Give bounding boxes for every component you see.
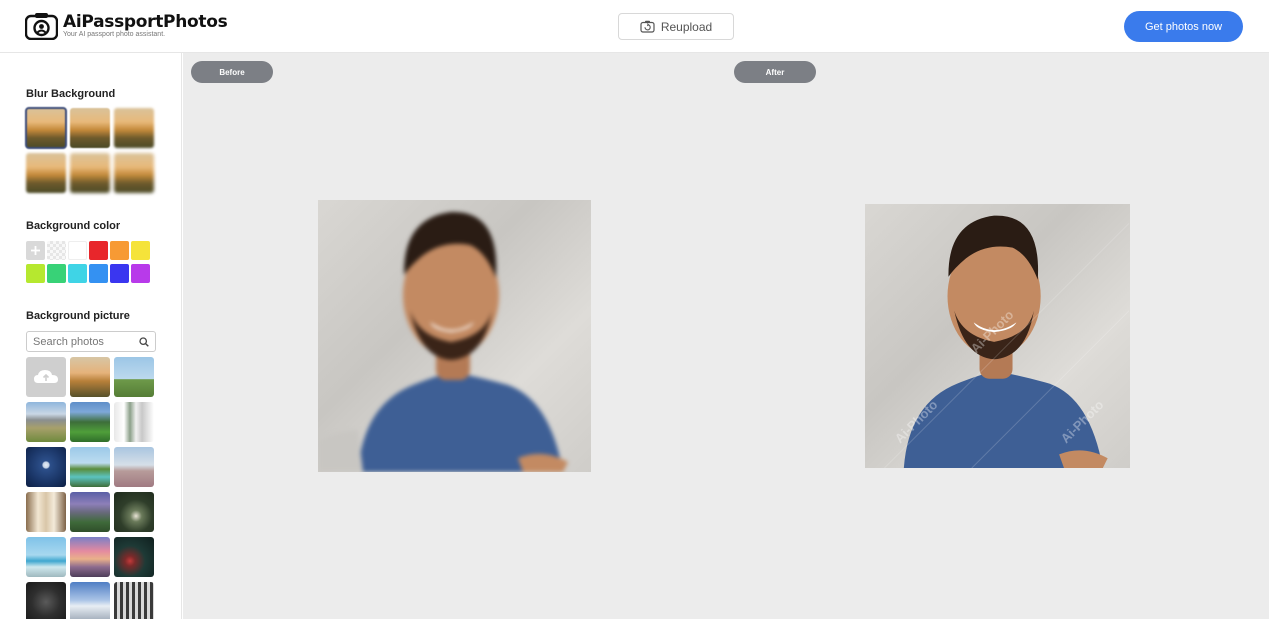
blur-option-3[interactable] bbox=[114, 108, 154, 148]
background-color-title: Background color bbox=[26, 220, 121, 232]
color-swatch[interactable] bbox=[110, 241, 129, 260]
blur-option-1[interactable] bbox=[25, 107, 67, 149]
picture-pastel-field[interactable] bbox=[114, 447, 154, 487]
color-swatch[interactable] bbox=[68, 264, 87, 283]
picture-dark-texture[interactable] bbox=[26, 582, 66, 619]
plus-icon bbox=[31, 246, 40, 255]
left-sidebar: Blur Background Background color Backgro… bbox=[0, 53, 182, 619]
color-swatch[interactable] bbox=[89, 264, 108, 283]
blur-option-2[interactable] bbox=[70, 108, 110, 148]
portrait-illustration bbox=[318, 211, 568, 472]
brand-tagline: Your AI passport photo assistant. bbox=[63, 31, 166, 38]
picture-birch-trees[interactable] bbox=[114, 582, 154, 619]
reupload-label: Reupload bbox=[660, 19, 713, 34]
after-photo: Ai-Photo Ai-Photo Ai-Photo bbox=[865, 204, 1130, 468]
picture-tree-car[interactable] bbox=[70, 447, 110, 487]
brand-logo[interactable]: AiPassportPhotos Your AI passport photo … bbox=[25, 12, 228, 40]
reupload-button[interactable]: Reupload bbox=[618, 13, 734, 40]
search-icon bbox=[139, 336, 149, 347]
top-header: AiPassportPhotos Your AI passport photo … bbox=[0, 0, 1269, 53]
picture-window-curtain[interactable] bbox=[26, 492, 66, 532]
color-swatch[interactable] bbox=[131, 264, 150, 283]
background-picture-title: Background picture bbox=[26, 310, 130, 322]
color-swatch-transparent[interactable] bbox=[47, 241, 66, 260]
picture-sunset-flowers[interactable] bbox=[70, 537, 110, 577]
color-swatch[interactable] bbox=[47, 264, 66, 283]
preview-area: Before After Ai-Photo Ai-Photo Ai-Photo bbox=[183, 53, 1269, 619]
picture-forest-deer[interactable] bbox=[114, 492, 154, 532]
picture-white-room[interactable] bbox=[114, 402, 154, 442]
picture-dusk-mountains[interactable] bbox=[70, 492, 110, 532]
upload-picture-button[interactable] bbox=[26, 357, 66, 397]
picture-full-moon[interactable] bbox=[26, 447, 66, 487]
picture-dark-roses[interactable] bbox=[114, 537, 154, 577]
color-swatch[interactable] bbox=[110, 264, 129, 283]
search-input[interactable] bbox=[33, 335, 133, 348]
color-swatch[interactable] bbox=[89, 241, 108, 260]
camera-refresh-icon bbox=[640, 20, 655, 33]
picture-cloudy-sky[interactable] bbox=[70, 582, 110, 619]
search-photos-field[interactable] bbox=[26, 331, 156, 352]
color-swatch[interactable] bbox=[68, 241, 87, 260]
picture-sunset-field[interactable] bbox=[70, 357, 110, 397]
picture-green-valley[interactable] bbox=[70, 402, 110, 442]
picture-lone-tree[interactable] bbox=[114, 357, 154, 397]
color-swatch[interactable] bbox=[131, 241, 150, 260]
brand-name: AiPassportPhotos bbox=[63, 12, 228, 32]
blur-background-title: Blur Background bbox=[26, 88, 116, 100]
color-swatch[interactable] bbox=[26, 264, 45, 283]
before-photo bbox=[318, 200, 591, 472]
camera-logo-icon bbox=[25, 13, 58, 40]
cloud-upload-icon bbox=[34, 370, 58, 383]
before-label: Before bbox=[191, 61, 273, 83]
blur-option-5[interactable] bbox=[70, 153, 110, 193]
after-label: After bbox=[734, 61, 816, 83]
custom-color-add-button[interactable] bbox=[26, 241, 45, 260]
picture-mountain-meadow[interactable] bbox=[26, 402, 66, 442]
blur-option-4[interactable] bbox=[26, 153, 66, 193]
get-photos-button[interactable]: Get photos now bbox=[1124, 11, 1243, 42]
picture-beach-sea[interactable] bbox=[26, 537, 66, 577]
blur-option-6[interactable] bbox=[114, 153, 154, 193]
